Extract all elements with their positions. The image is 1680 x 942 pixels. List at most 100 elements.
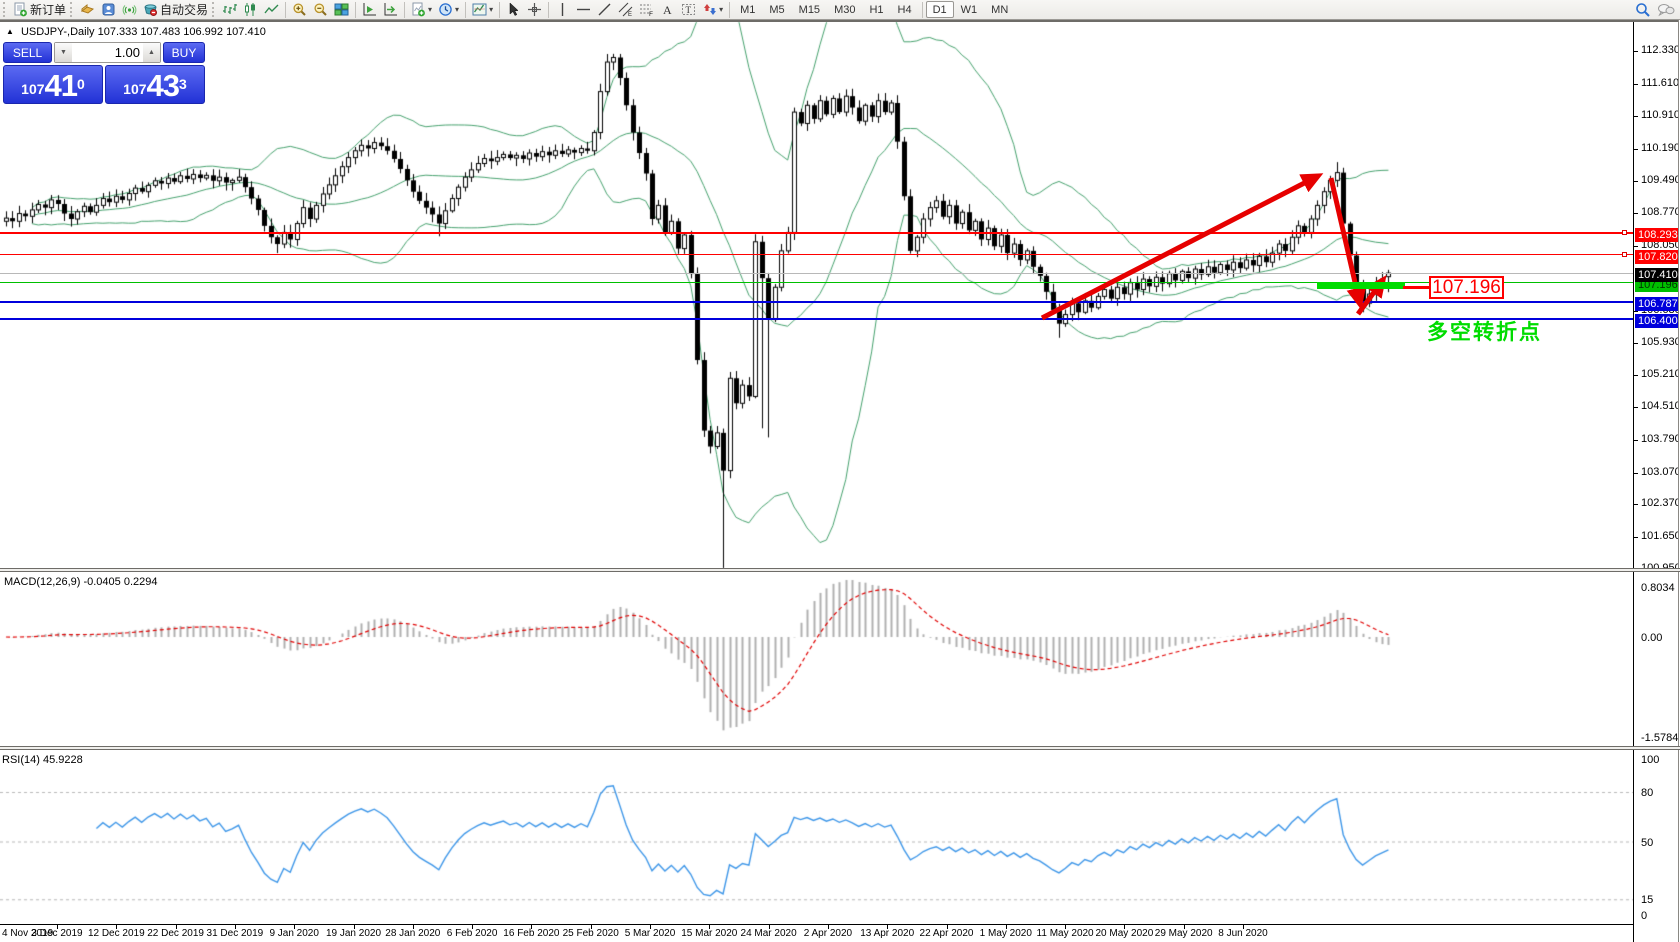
price-axis-tick-label: 110.190	[1641, 141, 1680, 154]
date-axis-tick	[1184, 925, 1185, 929]
search-button[interactable]	[1632, 1, 1654, 19]
timeframe-m30-button[interactable]: M30	[827, 1, 862, 18]
timeframe-w1-button[interactable]: W1	[954, 1, 985, 18]
buy-price-display[interactable]: 107 43 3	[105, 65, 205, 104]
cursor-tool-button[interactable]	[503, 1, 524, 19]
collapse-triangle-icon[interactable]: ▲	[6, 27, 14, 36]
equidistant-channel-tool-button[interactable]: E	[615, 1, 636, 19]
support-highlight-bar[interactable]	[1317, 282, 1405, 289]
horizontal-price-line[interactable]	[0, 232, 1633, 234]
zoom-in-button[interactable]	[289, 1, 310, 19]
timeframe-h4-button[interactable]: H4	[891, 1, 919, 18]
date-axis-tick	[57, 925, 58, 929]
price-callout-box[interactable]: 107.196	[1429, 276, 1504, 299]
rsi-scale-label: 15	[1641, 894, 1654, 907]
trendline-tool-button[interactable]	[594, 1, 615, 19]
tile-windows-button[interactable]	[331, 1, 352, 19]
price-axis-tick-label: 109.490	[1641, 173, 1680, 186]
toolbar-separator	[729, 1, 731, 18]
sell-price-prefix: 107	[21, 81, 45, 97]
date-axis-tick	[650, 925, 651, 929]
date-axis-tick	[1124, 925, 1125, 929]
chart-profiles-button[interactable]: ▾	[435, 1, 462, 19]
toolbar-drag-handle	[70, 2, 74, 17]
line-selection-handle[interactable]	[1622, 251, 1627, 257]
bar-chart-type-button[interactable]	[219, 1, 240, 19]
arrows-tool-button[interactable]: ▾	[699, 1, 726, 19]
price-axis-tick	[1634, 180, 1638, 182]
date-axis-tick	[769, 925, 770, 929]
sell-price-pip: 0	[77, 76, 85, 92]
signals-button[interactable]	[119, 1, 140, 19]
auto-scroll-button[interactable]	[380, 1, 401, 19]
toolbar: 新订单 自动交易 ▾ ▾ ▾ E F A T ▾ M1 M5 M15 M30 H…	[0, 0, 1680, 20]
sell-price-main: 41	[44, 68, 78, 103]
horizontal-price-line[interactable]	[0, 254, 1633, 255]
horizontal-price-line[interactable]	[0, 318, 1633, 320]
new-chart-button[interactable]: ▾	[408, 1, 435, 19]
price-axis-tick-label: 110.910	[1641, 108, 1680, 121]
timeframe-m15-button[interactable]: M15	[792, 1, 827, 18]
horizontal-price-line[interactable]	[0, 301, 1633, 303]
candlestick-chart-icon	[245, 3, 256, 16]
vertical-line-tool-button[interactable]	[552, 1, 573, 19]
rsi-indicator-label: RSI(14) 45.9228	[2, 754, 83, 766]
volume-decrease-button[interactable]: ▼	[55, 43, 72, 62]
indicators-button[interactable]: ▾	[469, 1, 496, 19]
text-tool-button[interactable]: A	[657, 1, 678, 19]
chevron-down-icon: ▾	[455, 4, 460, 14]
bar-chart-icon	[223, 4, 238, 14]
timeframe-m1-button[interactable]: M1	[733, 1, 762, 18]
volume-input[interactable]	[72, 43, 143, 62]
price-axis[interactable]: 112.330 111.610 110.910 110.190 109.490 108.7…	[1633, 22, 1680, 942]
sell-price-display[interactable]: 107 41 0	[3, 65, 103, 104]
price-axis-tick-label: 105.930	[1641, 335, 1680, 348]
rsi-scale-label: 0	[1641, 910, 1648, 922]
price-axis-tick-label: 108.770	[1641, 206, 1680, 219]
toolbar-drag-handle	[3, 2, 7, 17]
price-axis-tick	[1634, 537, 1638, 539]
auto-trading-button[interactable]: 自动交易	[140, 1, 211, 19]
mql5-community-button[interactable]	[98, 1, 119, 19]
new-order-label: 新订单	[30, 3, 67, 17]
timeframe-m5-button[interactable]: M5	[762, 1, 791, 18]
new-order-icon	[14, 2, 27, 17]
mql5-community-icon	[102, 3, 115, 16]
timeframe-d1-button[interactable]: D1	[925, 1, 954, 18]
fibonacci-tool-button[interactable]: F	[636, 1, 657, 19]
sell-button[interactable]: SELL	[3, 42, 52, 63]
chart-shift-button[interactable]	[359, 1, 380, 19]
buy-button[interactable]: BUY	[163, 42, 205, 63]
date-axis[interactable]: 4 Nov 2019 3 Dec 2019 12 Dec 2019 22 Dec 20…	[0, 924, 1633, 942]
crosshair-tool-button[interactable]	[524, 1, 545, 19]
price-axis-tick-label: 111.610	[1641, 77, 1680, 90]
chart-canvas[interactable]	[0, 20, 1633, 942]
chart-window-button[interactable]	[77, 1, 98, 19]
price-axis-tick	[1634, 504, 1638, 506]
zoom-out-icon	[314, 3, 327, 16]
macd-pane-separator[interactable]	[0, 568, 1680, 572]
auto-trading-label: 自动交易	[160, 3, 209, 17]
chevron-down-icon: ▾	[428, 4, 433, 14]
line-chart-type-button[interactable]	[261, 1, 282, 19]
chat-button[interactable]	[1654, 1, 1678, 19]
line-selection-handle[interactable]	[1622, 229, 1627, 235]
profiles-clock-icon	[439, 3, 452, 16]
candlestick-chart-type-button[interactable]	[240, 1, 261, 19]
zoom-out-button[interactable]	[310, 1, 331, 19]
turning-point-label[interactable]: 多空转折点	[1427, 316, 1542, 346]
macd-indicator-label: MACD(12,26,9) -0.0405 0.2294	[4, 576, 158, 588]
timeframe-mn-button[interactable]: MN	[984, 1, 1015, 18]
price-axis-tick	[1634, 472, 1638, 474]
buy-price-pip: 3	[179, 76, 187, 92]
horizontal-line-tool-button[interactable]	[573, 1, 594, 19]
text-label-tool-button[interactable]: T	[678, 1, 699, 19]
volume-increase-button[interactable]: ▲	[143, 43, 160, 62]
auto-trading-icon	[144, 4, 158, 16]
price-axis-tick	[1634, 213, 1638, 215]
arrow-shapes-icon	[704, 4, 717, 15]
rsi-pane-separator[interactable]	[0, 746, 1680, 750]
new-order-button[interactable]: 新订单	[10, 1, 69, 19]
svg-text:E: E	[628, 12, 632, 17]
timeframe-h1-button[interactable]: H1	[862, 1, 890, 18]
